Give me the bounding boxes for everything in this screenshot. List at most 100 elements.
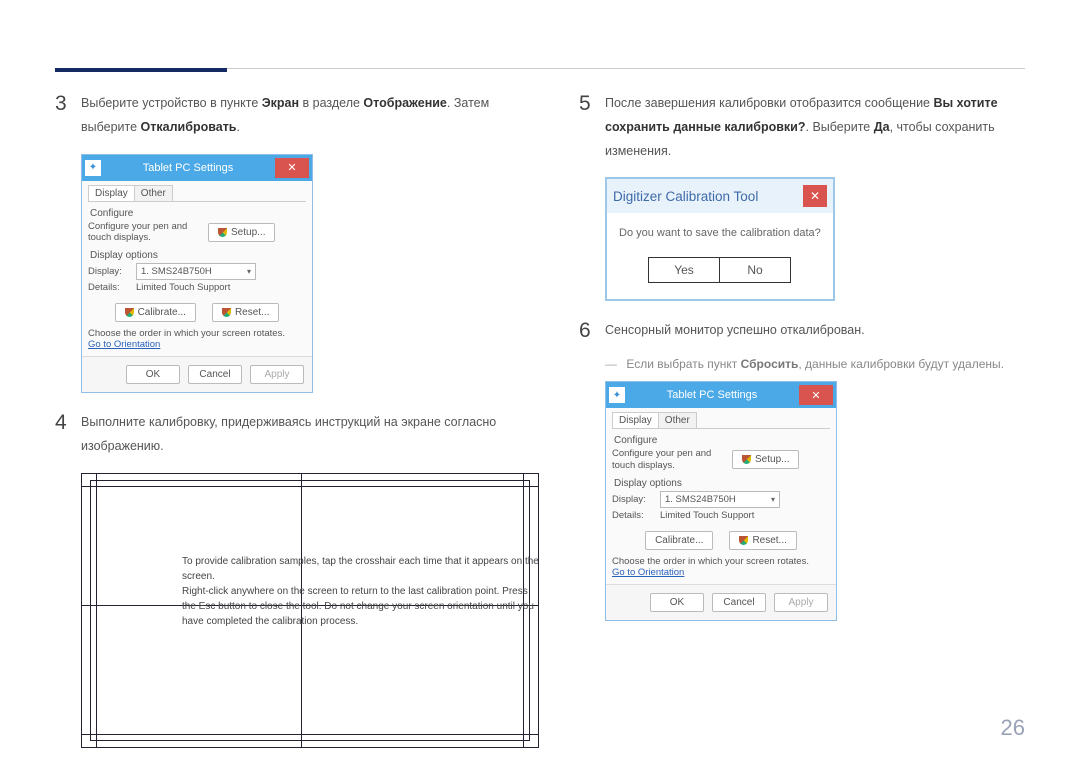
go-orientation-link[interactable]: Go to Orientation bbox=[88, 339, 160, 350]
reset-button[interactable]: Reset... bbox=[212, 303, 279, 322]
digitizer-dialog: Digitizer Calibration Tool ✕ Do you want… bbox=[605, 177, 835, 301]
select-value: 1. SMS24B750H bbox=[141, 266, 212, 277]
no-button[interactable]: No bbox=[719, 257, 791, 283]
display-options-heading: Display options bbox=[614, 478, 830, 489]
tab-display[interactable]: Display bbox=[88, 185, 135, 201]
step-text: Сенсорный монитор успешно откалиброван. bbox=[605, 319, 865, 343]
calibration-canvas: To provide calibration samples, tap the … bbox=[81, 473, 539, 748]
yes-button[interactable]: Yes bbox=[648, 257, 720, 283]
cancel-button[interactable]: Cancel bbox=[712, 593, 766, 612]
page-number: 26 bbox=[1001, 715, 1025, 741]
display-select[interactable]: 1. SMS24B750H▾ bbox=[136, 263, 256, 280]
step-text: После завершения калибровки отобразится … bbox=[605, 92, 1025, 163]
action-buttons: Calibrate... Reset... bbox=[612, 531, 830, 550]
cancel-button[interactable]: Cancel bbox=[188, 365, 242, 384]
figure-tablet-settings-2: ✦ Tablet PC Settings ✕ Display Other Con… bbox=[605, 381, 1025, 621]
step-number: 5 bbox=[579, 92, 605, 163]
app-icon: ✦ bbox=[85, 160, 101, 176]
step-text: Выполните калибровку, придерживаясь инст… bbox=[81, 411, 539, 459]
configure-desc: Configure your pen and touch displays. bbox=[612, 448, 732, 472]
shield-icon bbox=[218, 228, 227, 237]
window-titlebar: ✦ Tablet PC Settings ✕ bbox=[606, 382, 836, 408]
t: После завершения калибровки отобразится … bbox=[605, 96, 934, 110]
step-number: 6 bbox=[579, 319, 605, 343]
window-titlebar: ✦ Tablet PC Settings ✕ bbox=[82, 155, 312, 181]
tab-display[interactable]: Display bbox=[612, 412, 659, 428]
go-orientation-link[interactable]: Go to Orientation bbox=[612, 567, 684, 578]
btn-label: Calibrate... bbox=[655, 535, 703, 546]
t: в разделе bbox=[299, 96, 363, 110]
close-icon[interactable]: ✕ bbox=[275, 158, 309, 178]
details-label: Details: bbox=[88, 282, 136, 293]
calibrate-button[interactable]: Calibrate... bbox=[645, 531, 713, 550]
figure-calibration-screen: To provide calibration samples, tap the … bbox=[81, 473, 539, 748]
grid-line bbox=[96, 474, 97, 747]
row-configure: Configure your pen and touch displays. S… bbox=[88, 221, 306, 245]
rotate-note: Choose the order in which your screen ro… bbox=[612, 556, 830, 567]
dialog-titlebar: Digitizer Calibration Tool ✕ bbox=[607, 179, 833, 213]
b: Oткалибровать bbox=[141, 120, 237, 134]
window-tablet-pc-settings: ✦ Tablet PC Settings ✕ Display Other Con… bbox=[81, 154, 313, 394]
figure-tablet-settings-1: ✦ Tablet PC Settings ✕ Display Other Con… bbox=[81, 154, 539, 394]
window-tablet-pc-settings: ✦ Tablet PC Settings ✕ Display Other Con… bbox=[605, 381, 837, 621]
b: Экран bbox=[262, 96, 299, 110]
shield-icon bbox=[739, 536, 748, 545]
tab-other[interactable]: Other bbox=[658, 412, 697, 428]
window-body: Display Other Configure Configure your p… bbox=[606, 408, 836, 584]
btn-label: Reset... bbox=[752, 535, 786, 546]
figure-digitizer-dialog: Digitizer Calibration Tool ✕ Do you want… bbox=[605, 177, 1025, 301]
row-display: Display: 1. SMS24B750H▾ bbox=[88, 263, 306, 280]
reset-button[interactable]: Reset... bbox=[729, 531, 796, 550]
close-icon[interactable]: ✕ bbox=[803, 185, 827, 207]
grid-line bbox=[82, 734, 538, 735]
t: Выберите устройство в пункте bbox=[81, 96, 262, 110]
shield-icon bbox=[222, 308, 231, 317]
window-footer: OK Cancel Apply bbox=[82, 356, 312, 392]
configure-heading: Configure bbox=[614, 435, 830, 446]
window-title: Tablet PC Settings bbox=[625, 389, 799, 401]
b: Oтображение bbox=[363, 96, 446, 110]
dialog-buttons: Yes No bbox=[607, 257, 833, 299]
configure-heading: Configure bbox=[90, 208, 306, 219]
apply-button[interactable]: Apply bbox=[774, 593, 828, 612]
details-label: Details: bbox=[612, 510, 660, 521]
apply-button[interactable]: Apply bbox=[250, 365, 304, 384]
reset-note: Если выбрать пункт Сбросить, данные кали… bbox=[605, 357, 1025, 371]
btn-label: Setup... bbox=[755, 454, 789, 465]
dialog-title: Digitizer Calibration Tool bbox=[613, 189, 803, 204]
configure-desc: Configure your pen and touch displays. bbox=[88, 221, 208, 245]
shield-icon bbox=[125, 308, 134, 317]
display-label: Display: bbox=[88, 266, 136, 277]
details-value: Limited Touch Support bbox=[136, 282, 230, 293]
shield-icon bbox=[742, 455, 751, 464]
setup-button[interactable]: Setup... bbox=[732, 450, 799, 469]
b: Да bbox=[874, 120, 890, 134]
tabs: Display Other bbox=[612, 412, 830, 429]
step-3: 3 Выберите устройство в пункте Экран в р… bbox=[55, 92, 539, 140]
row-configure: Configure your pen and touch displays. S… bbox=[612, 448, 830, 472]
content-columns: 3 Выберите устройство в пункте Экран в р… bbox=[55, 92, 1025, 713]
step-6: 6 Сенсорный монитор успешно откалиброван… bbox=[579, 319, 1025, 343]
right-column: 5 После завершения калибровки отобразитс… bbox=[579, 92, 1025, 713]
grid-line bbox=[82, 486, 538, 487]
window-footer: OK Cancel Apply bbox=[606, 584, 836, 620]
close-icon[interactable]: ✕ bbox=[799, 385, 833, 405]
row-details: Details: Limited Touch Support bbox=[612, 510, 830, 521]
t: . Выберите bbox=[806, 120, 874, 134]
setup-button[interactable]: Setup... bbox=[208, 223, 275, 242]
ok-button[interactable]: OK bbox=[650, 593, 704, 612]
calibrate-button[interactable]: Calibrate... bbox=[115, 303, 196, 322]
tabs: Display Other bbox=[88, 185, 306, 202]
step-number: 3 bbox=[55, 92, 81, 140]
details-value: Limited Touch Support bbox=[660, 510, 754, 521]
dialog-body: Do you want to save the calibration data… bbox=[607, 213, 833, 257]
window-body: Display Other Configure Configure your p… bbox=[82, 181, 312, 357]
ok-button[interactable]: OK bbox=[126, 365, 180, 384]
step-text: Выберите устройство в пункте Экран в раз… bbox=[81, 92, 539, 140]
step-number: 4 bbox=[55, 411, 81, 459]
tab-other[interactable]: Other bbox=[134, 185, 173, 201]
display-select[interactable]: 1. SMS24B750H▾ bbox=[660, 491, 780, 508]
t: Если выбрать пункт bbox=[626, 357, 740, 371]
calibration-instructions: To provide calibration samples, tap the … bbox=[182, 554, 542, 629]
btn-label: Setup... bbox=[231, 227, 265, 238]
